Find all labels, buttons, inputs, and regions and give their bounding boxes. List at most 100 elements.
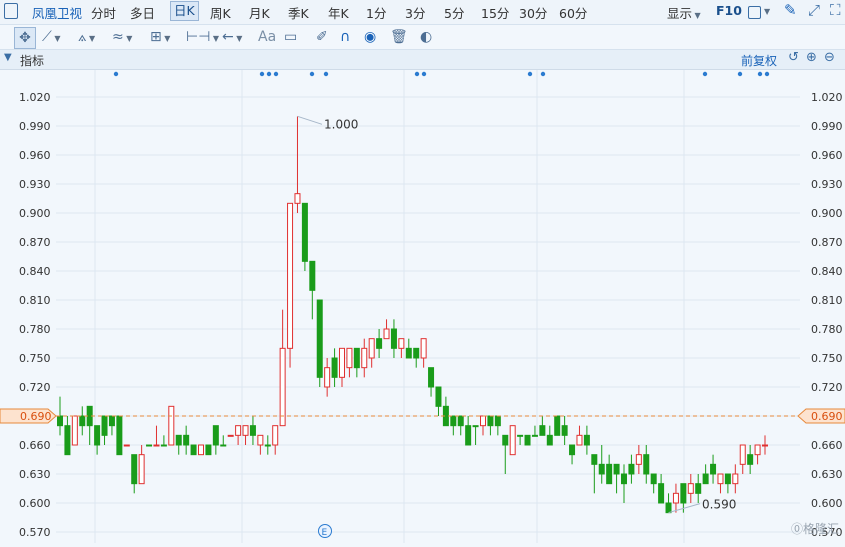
candle-body[interactable] xyxy=(524,434,531,446)
text-tool-icon[interactable]: Aa xyxy=(258,27,276,47)
candle-body[interactable] xyxy=(665,502,672,514)
line-tool-icon[interactable]: ⟋ ▼ xyxy=(42,27,61,47)
candle-body[interactable] xyxy=(153,444,160,447)
candle-body[interactable] xyxy=(598,463,605,475)
candle-body[interactable] xyxy=(294,193,301,204)
event-dot[interactable] xyxy=(421,71,427,77)
period-tab-1[interactable]: 多日 xyxy=(130,3,155,22)
candle-body[interactable] xyxy=(101,415,108,436)
candle-body[interactable] xyxy=(264,444,271,447)
event-dot[interactable] xyxy=(702,71,708,77)
chevron-down-icon[interactable]: ▼ xyxy=(4,52,12,63)
candle-body[interactable] xyxy=(235,425,242,436)
candle-body[interactable] xyxy=(472,425,479,428)
candle-body[interactable] xyxy=(279,347,286,427)
candle-body[interactable] xyxy=(754,444,761,456)
candle-body[interactable] xyxy=(710,463,717,475)
event-dot[interactable] xyxy=(323,71,329,77)
candle-body[interactable] xyxy=(220,444,227,447)
candle-body[interactable] xyxy=(517,434,524,437)
candle-body[interactable] xyxy=(450,415,457,427)
candle-body[interactable] xyxy=(79,415,86,427)
reset-icon[interactable]: ↺ xyxy=(788,50,799,65)
candle-body[interactable] xyxy=(160,444,167,447)
candle-body[interactable] xyxy=(502,434,509,446)
candle-body[interactable] xyxy=(613,463,620,475)
candle-body[interactable] xyxy=(376,338,383,349)
candle-body[interactable] xyxy=(368,338,375,359)
candle-body[interactable] xyxy=(569,444,576,456)
event-dot[interactable] xyxy=(309,71,315,77)
candle-body[interactable] xyxy=(287,202,294,349)
candle-body[interactable] xyxy=(702,473,709,485)
candle-body[interactable] xyxy=(190,444,197,456)
eraser-icon[interactable]: ✐ xyxy=(316,27,328,47)
period-tab-10[interactable]: 15分 xyxy=(481,3,509,22)
candle-body[interactable] xyxy=(561,425,568,436)
channel-tool-icon[interactable]: ⟑ ▼ xyxy=(78,27,95,47)
event-dot[interactable] xyxy=(113,71,119,77)
period-tab-5[interactable]: 季K xyxy=(288,3,309,22)
zoom-out-icon[interactable]: ⊖ xyxy=(824,50,835,65)
measure-tool-icon[interactable]: ⊢⊣ ▼ xyxy=(186,27,219,47)
display-menu[interactable]: 显示 ▼ xyxy=(667,3,701,22)
candle-body[interactable] xyxy=(621,473,627,485)
period-tab-9[interactable]: 5分 xyxy=(444,3,464,22)
candle-body[interactable] xyxy=(435,386,442,407)
candle-body[interactable] xyxy=(457,415,464,427)
chevron-down-icon[interactable]: ▼ xyxy=(764,7,770,16)
candle-body[interactable] xyxy=(301,202,308,262)
fullscreen-icon[interactable]: ⛶ xyxy=(830,1,841,19)
candle-body[interactable] xyxy=(717,473,724,485)
fib-tool-icon[interactable]: ⊞ ▼ xyxy=(150,27,170,47)
period-tab-7[interactable]: 1分 xyxy=(366,3,386,22)
candle-body[interactable] xyxy=(108,415,115,427)
f10-button[interactable]: F10 xyxy=(716,3,742,18)
candle-body[interactable] xyxy=(739,444,746,465)
candle-body[interactable] xyxy=(57,415,63,427)
period-tab-0[interactable]: 分时 xyxy=(91,3,116,22)
arrow-left-icon[interactable]: ← ▼ xyxy=(222,27,242,47)
candle-body[interactable] xyxy=(724,473,731,485)
candle-body[interactable] xyxy=(576,434,583,446)
candle-body[interactable] xyxy=(146,444,153,447)
candle-body[interactable] xyxy=(494,415,501,427)
candle-body[interactable] xyxy=(398,338,405,349)
candle-body[interactable] xyxy=(212,425,219,446)
candle-body[interactable] xyxy=(732,473,739,485)
event-dot[interactable] xyxy=(414,71,420,77)
candle-body[interactable] xyxy=(650,473,657,485)
event-dot[interactable] xyxy=(527,71,533,77)
candle-body[interactable] xyxy=(680,483,687,504)
trash-icon[interactable]: 🗑 xyxy=(390,27,408,47)
event-dot[interactable] xyxy=(737,71,743,77)
candle-body[interactable] xyxy=(339,347,345,378)
period-tab-11[interactable]: 30分 xyxy=(519,3,547,22)
kline-chart[interactable]: 1.020 1.020 0.990 0.990 0.960 0.960 0.930 0.930… xyxy=(0,70,845,543)
candle-body[interactable] xyxy=(413,347,420,359)
candle-body[interactable] xyxy=(487,415,494,427)
bookmark-icon[interactable] xyxy=(4,3,18,19)
candle-body[interactable] xyxy=(591,454,598,465)
candle-body[interactable] xyxy=(628,463,635,475)
candle-body[interactable] xyxy=(546,434,553,446)
candle-body[interactable] xyxy=(353,347,360,369)
candle-body[interactable] xyxy=(198,444,204,456)
event-dot[interactable] xyxy=(540,71,546,77)
comment-icon[interactable]: ▭ xyxy=(284,27,297,47)
candle-body[interactable] xyxy=(554,415,561,436)
magnet-icon[interactable]: ∩ xyxy=(340,27,350,47)
candle-body[interactable] xyxy=(583,434,590,446)
candle-body[interactable] xyxy=(272,425,279,446)
candle-body[interactable] xyxy=(249,425,256,436)
candle-body[interactable] xyxy=(672,492,679,504)
candle-body[interactable] xyxy=(762,444,768,447)
period-tab-4[interactable]: 月K xyxy=(249,3,270,22)
event-dot[interactable] xyxy=(757,71,763,77)
pen-icon[interactable]: ✎ xyxy=(784,1,797,19)
event-dot[interactable] xyxy=(266,71,272,77)
candle-body[interactable] xyxy=(175,434,182,446)
candle-body[interactable] xyxy=(138,454,145,485)
candle-body[interactable] xyxy=(465,425,472,446)
candle-body[interactable] xyxy=(361,347,368,369)
